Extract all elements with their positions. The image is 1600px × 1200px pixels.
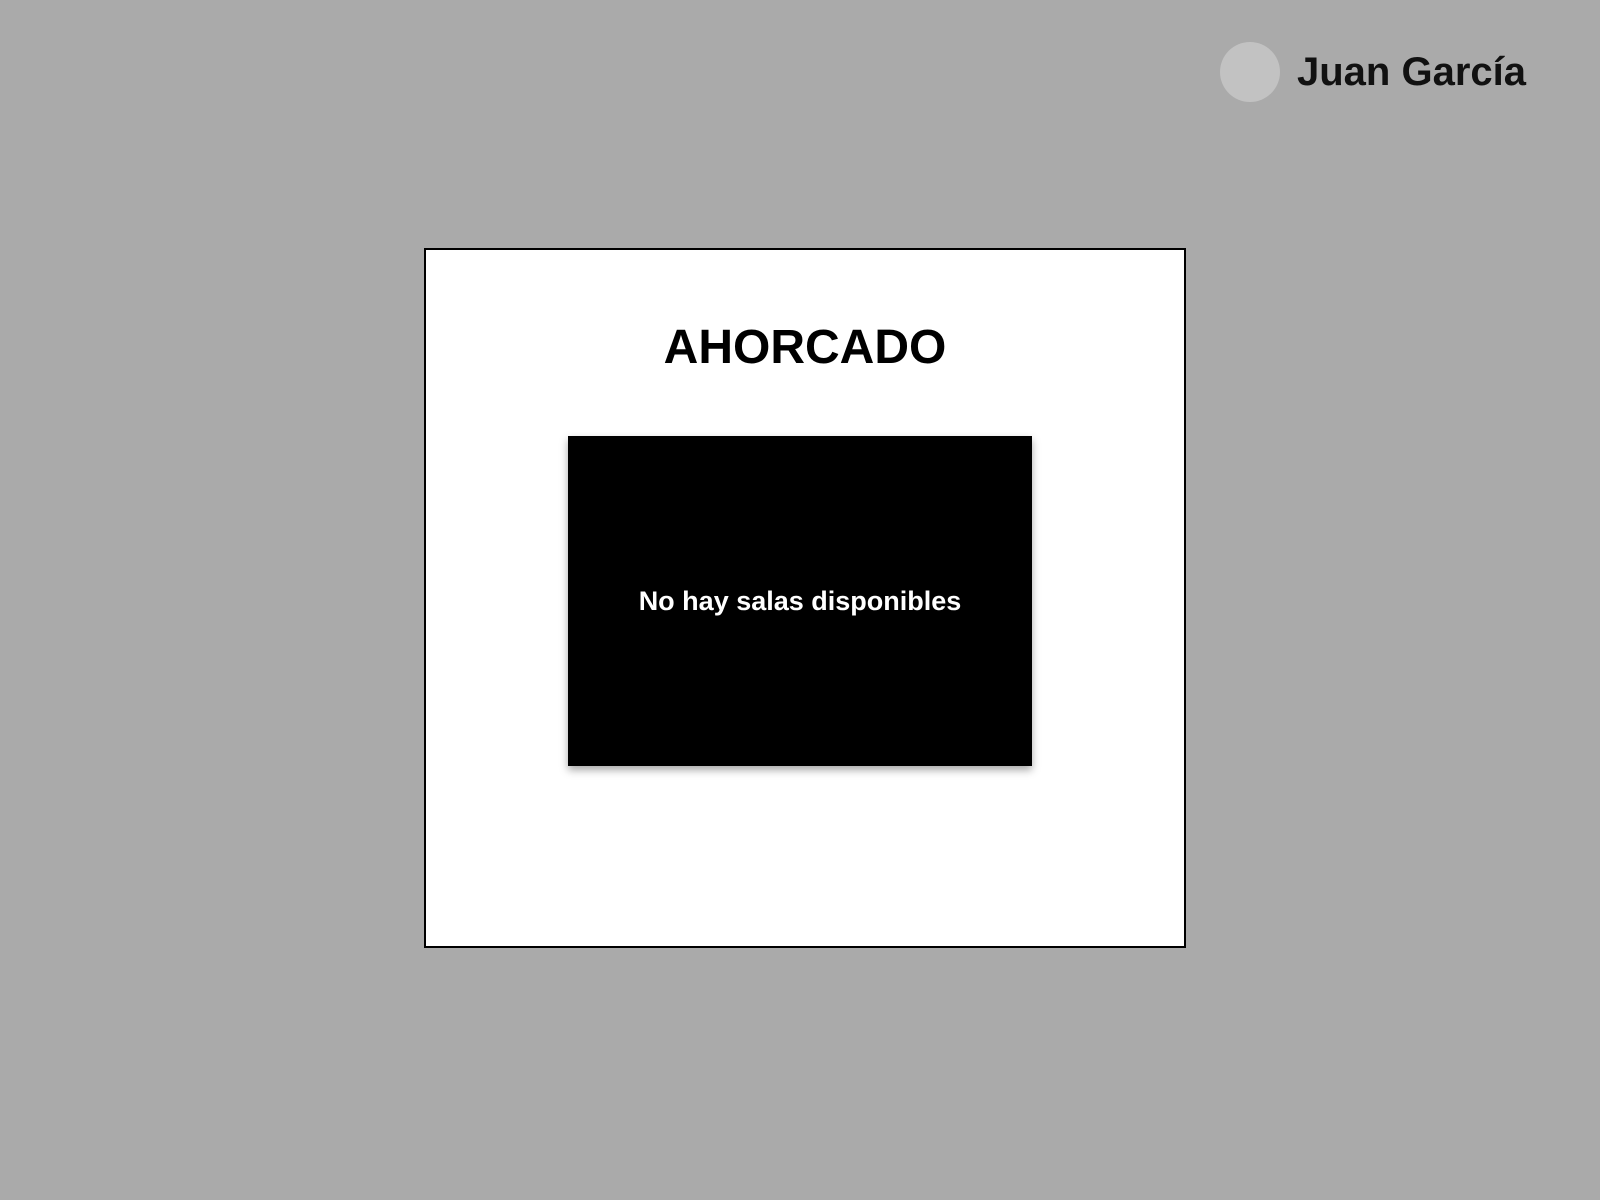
empty-rooms-message: No hay salas disponibles: [638, 585, 962, 616]
user-header: Juan García: [1219, 42, 1526, 102]
page-title: AHORCADO: [663, 321, 947, 374]
rooms-list-panel: No hay salas disponibles: [568, 436, 1032, 766]
avatar[interactable]: [1219, 42, 1280, 102]
game-card: AHORCADO No hay salas disponibles: [424, 248, 1186, 948]
user-name: Juan García: [1296, 49, 1526, 94]
